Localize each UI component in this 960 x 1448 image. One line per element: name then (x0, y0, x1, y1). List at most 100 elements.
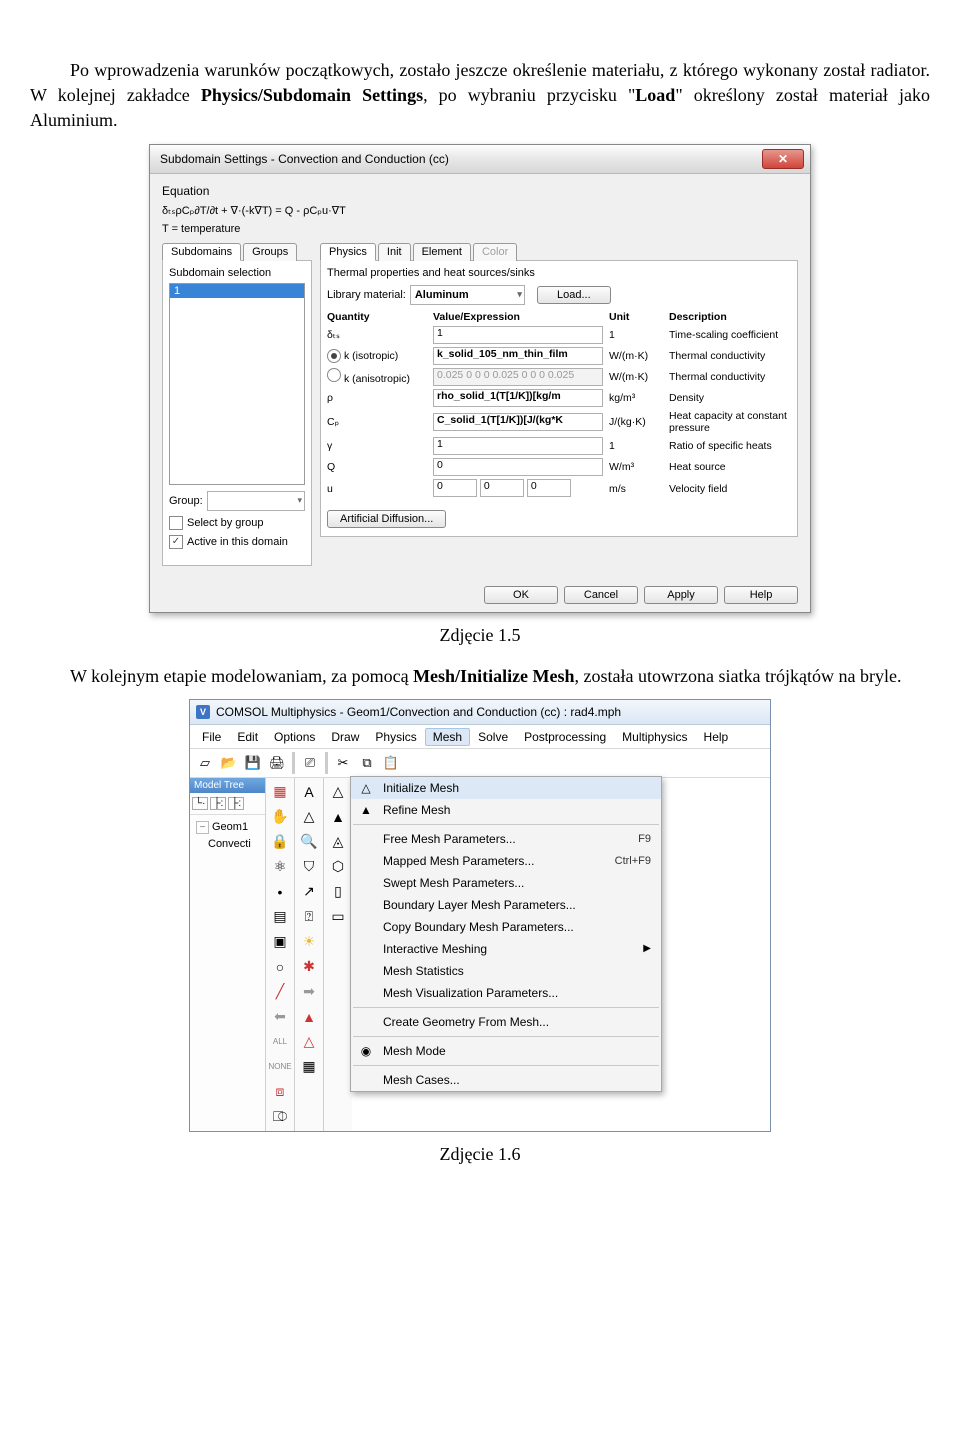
menu-item[interactable]: Interactive Meshing▶ (351, 938, 661, 960)
cube-icon[interactable]: ⧈ (268, 1080, 292, 1104)
menu-postprocessing[interactable]: Postprocessing (516, 728, 614, 746)
menu-multiphysics[interactable]: Multiphysics (614, 728, 695, 746)
sun-icon[interactable]: ☀ (297, 930, 321, 954)
menu-item[interactable]: Copy Boundary Mesh Parameters... (351, 916, 661, 938)
mesh5-icon[interactable]: ▯ (326, 880, 350, 904)
tree-btn-icon[interactable]: └· (192, 797, 208, 810)
tree-node-geom1[interactable]: −Geom1 (192, 819, 263, 836)
value-input[interactable]: k_solid_105_nm_thin_film (433, 347, 603, 365)
dot-icon[interactable]: • (268, 880, 292, 904)
select-rect-icon[interactable]: ▣ (268, 930, 292, 954)
window-titlebar[interactable]: V COMSOL Multiphysics - Geom1/Convection… (190, 700, 770, 725)
help-button[interactable]: Help (724, 586, 798, 604)
paste-icon[interactable]: 📋 (380, 752, 402, 774)
save-icon[interactable]: 💾 (242, 752, 264, 774)
group-combo[interactable] (207, 491, 305, 511)
dialog-titlebar[interactable]: Subdomain Settings - Convection and Cond… (150, 145, 810, 174)
close-icon[interactable]: ✕ (762, 149, 804, 169)
arrow-right-icon[interactable]: ➡ (297, 980, 321, 1004)
artificial-diffusion-button[interactable]: Artificial Diffusion... (327, 510, 446, 528)
select-by-group-checkbox[interactable]: Select by group (169, 516, 305, 530)
value-input[interactable]: rho_solid_1(T[1/K])[kg/m (433, 389, 603, 407)
value-input[interactable]: 0 (480, 479, 524, 497)
value-input[interactable]: 0 (433, 479, 477, 497)
menu-solve[interactable]: Solve (470, 728, 516, 746)
layers-icon[interactable]: ▤ (268, 905, 292, 929)
tree-btn-icon[interactable]: ├: (210, 797, 226, 810)
cancel-button[interactable]: Cancel (564, 586, 638, 604)
menu-file[interactable]: File (194, 728, 229, 746)
menu-item[interactable]: Mesh Cases... (351, 1069, 661, 1091)
menu-item[interactable]: Mesh Visualization Parameters... (351, 982, 661, 1004)
menu-item[interactable]: Mapped Mesh Parameters...Ctrl+F9 (351, 850, 661, 872)
grid-icon[interactable]: ▦ (297, 1055, 321, 1079)
menu-item[interactable]: Mesh Statistics (351, 960, 661, 982)
value-input[interactable]: 0 (527, 479, 571, 497)
value-input[interactable]: 1 (433, 326, 603, 344)
print-icon[interactable]: 🖨 (266, 752, 288, 774)
menu-mesh[interactable]: Mesh (425, 728, 470, 746)
description-label: Ratio of specific heats (669, 440, 791, 452)
subdomain-listbox[interactable]: 1 (169, 283, 305, 485)
library-material-combo[interactable]: Aluminum (410, 285, 525, 305)
help-icon[interactable]: ⍰ (297, 905, 321, 929)
arrow-icon[interactable]: ↗ (297, 880, 321, 904)
value-input[interactable]: 1 (433, 437, 603, 455)
mesh4-icon[interactable]: ⬡ (326, 855, 350, 879)
menu-item[interactable]: ▲Refine Mesh (351, 799, 661, 821)
cut-icon[interactable]: ✂ (332, 752, 354, 774)
arrow-left-icon[interactable]: ⬅ (268, 1005, 292, 1029)
menu-physics[interactable]: Physics (367, 728, 424, 746)
triangle-red-icon[interactable]: ▲ (297, 1005, 321, 1029)
new-icon[interactable]: ▱ (194, 752, 216, 774)
apply-button[interactable]: Apply (644, 586, 718, 604)
tab-init[interactable]: Init (378, 243, 411, 261)
active-in-domain-checkbox[interactable]: ✓ Active in this domain (169, 535, 305, 549)
tab-physics[interactable]: Physics (320, 243, 376, 261)
all-icon[interactable]: ALL (268, 1030, 292, 1054)
none-icon[interactable]: NONE (268, 1055, 292, 1079)
hand-icon[interactable]: ✋ (268, 805, 292, 829)
tab-element[interactable]: Element (413, 243, 471, 261)
rect-red-icon[interactable]: ▦ (268, 780, 292, 804)
menu-item[interactable]: △Initialize Mesh (351, 777, 661, 799)
triangle-icon[interactable]: △ (297, 805, 321, 829)
tab-subdomains[interactable]: Subdomains (162, 243, 241, 261)
menu-item[interactable]: Boundary Layer Mesh Parameters... (351, 894, 661, 916)
ok-button[interactable]: OK (484, 586, 558, 604)
tab-groups[interactable]: Groups (243, 243, 297, 261)
value-input[interactable]: C_solid_1(T[1/K])[J/(kg*K (433, 413, 603, 431)
mesh6-icon[interactable]: ▭ (326, 905, 350, 929)
triangle-red2-icon[interactable]: △ (297, 1030, 321, 1054)
sun2-icon[interactable]: ✱ (297, 955, 321, 979)
line-icon[interactable]: ╱ (268, 980, 292, 1004)
open-icon[interactable]: 📂 (218, 752, 240, 774)
menu-item[interactable]: Free Mesh Parameters...F9 (351, 828, 661, 850)
a-icon[interactable]: A (297, 780, 321, 804)
menu-edit[interactable]: Edit (229, 728, 266, 746)
circle-icon[interactable]: ○ (268, 955, 292, 979)
mesh1-icon[interactable]: △ (326, 780, 350, 804)
menu-draw[interactable]: Draw (323, 728, 367, 746)
mesh2-icon[interactable]: ▲ (326, 805, 350, 829)
load-button[interactable]: Load... (537, 286, 611, 304)
lock-icon[interactable]: 🔒 (268, 830, 292, 854)
subdomain-item-1[interactable]: 1 (170, 284, 304, 298)
menu-help[interactable]: Help (696, 728, 737, 746)
menu-item[interactable]: Swept Mesh Parameters... (351, 872, 661, 894)
tree-node-convection[interactable]: Convecti (192, 836, 263, 852)
menu-item[interactable]: Create Geometry From Mesh... (351, 1011, 661, 1033)
copy-icon[interactable]: ⧉ (356, 752, 378, 774)
toolbox-icon[interactable]: ⎚ (299, 752, 321, 774)
col-description: Description (669, 311, 791, 323)
atom-icon[interactable]: ⚛ (268, 855, 292, 879)
equation-line-2: T = temperature (162, 223, 798, 235)
menu-options[interactable]: Options (266, 728, 323, 746)
bracket-icon[interactable]: ⎄ (268, 1105, 292, 1129)
menu-item[interactable]: ◉Mesh Mode (351, 1040, 661, 1062)
zoom-icon[interactable]: 🔍 (297, 830, 321, 854)
mesh3-icon[interactable]: ◬ (326, 830, 350, 854)
cone-icon[interactable]: ⛉ (297, 855, 321, 879)
tree-btn-icon[interactable]: ├: (228, 797, 244, 810)
value-input[interactable]: 0 (433, 458, 603, 476)
